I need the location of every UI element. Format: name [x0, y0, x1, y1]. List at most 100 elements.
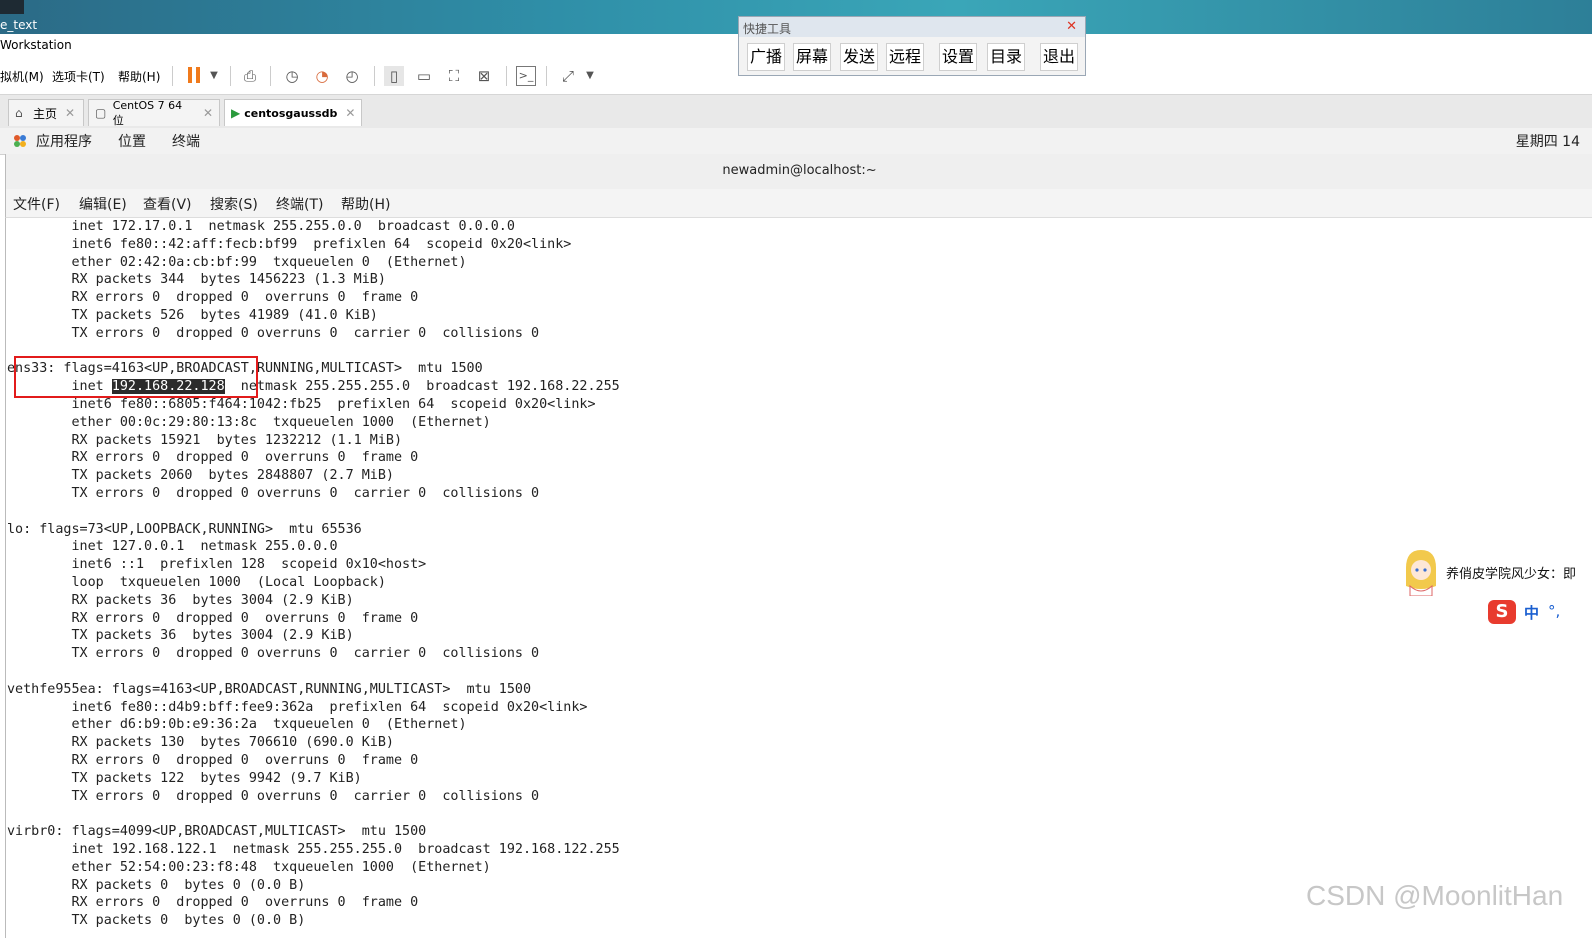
terminal-menu-edit[interactable]: 编辑(E) — [79, 194, 127, 214]
terminal-line: RX errors 0 dropped 0 overruns 0 frame 0 — [7, 290, 419, 306]
close-icon[interactable]: ✕ — [1066, 19, 1077, 34]
terminal-line: RX packets 344 bytes 1456223 (1.3 MiB) — [7, 272, 386, 288]
terminal-line: RX errors 0 dropped 0 overruns 0 frame 0 — [7, 753, 419, 768]
toolbar-separator — [270, 66, 271, 86]
unity-icon[interactable]: ⊠ — [474, 66, 494, 86]
terminal-line: inet 172.17.0.1 netmask 255.255.0.0 broa… — [7, 219, 515, 234]
terminal-line: RX packets 15921 bytes 1232212 (1.1 MiB) — [7, 432, 403, 448]
screen-button[interactable]: 屏幕 — [793, 43, 831, 71]
snapshot-icon[interactable]: ◷ — [282, 66, 302, 86]
console-icon[interactable]: >_ — [516, 66, 536, 86]
applications-icon — [14, 135, 26, 147]
gnome-terminal-menu[interactable]: 终端 — [172, 131, 200, 151]
home-icon: ⌂ — [15, 106, 23, 120]
menu-tabs[interactable]: 选项卡(T) — [52, 68, 105, 85]
terminal-menubar: 文件(F) 编辑(E) 查看(V) 搜索(S) 终端(T) 帮助(H) — [5, 189, 1592, 218]
remote-button[interactable]: 远程 — [886, 43, 924, 71]
vm-icon: ▢ — [95, 106, 107, 120]
tab-label: 主页 — [33, 106, 58, 121]
terminal-line: RX errors 0 dropped 0 overruns 0 frame 0 — [7, 450, 419, 466]
terminal-line: inet 127.0.0.1 netmask 255.0.0.0 — [7, 539, 338, 555]
terminal-menu-help[interactable]: 帮助(H) — [341, 194, 390, 214]
fullscreen-icon[interactable]: ⛶ — [444, 66, 464, 86]
terminal-line: ether 52:54:00:23:f8:48 txqueuelen 1000 … — [7, 859, 491, 875]
ime-ticker-text: 养俏皮学院风少女：即 — [1446, 567, 1577, 582]
pause-icon[interactable] — [188, 67, 202, 83]
vm-tab-bar: ⌂ 主页 ✕ ▢ CentOS 7 64 位 ✕ ▶ centosgaussdb… — [0, 95, 1592, 129]
terminal-line: vethfe955ea: flags=4163<UP,BROADCAST,RUN… — [7, 681, 532, 697]
gnome-top-bar: 应用程序 位置 终端 星期四 14 — [0, 128, 1592, 155]
menu-help[interactable]: 帮助(H) — [118, 68, 160, 85]
tab-label: CentOS 7 64 位 — [112, 98, 183, 127]
terminal-line: virbr0: flags=4099<UP,BROADCAST,MULTICAS… — [7, 824, 427, 840]
terminal-line: inet6 fe80::42:aff:fecb:bf99 prefixlen 6… — [7, 236, 572, 252]
terminal-line: RX errors 0 dropped 0 overruns 0 frame 0 — [7, 895, 419, 911]
terminal-line: TX packets 526 bytes 41989 (41.0 KiB) — [7, 308, 378, 323]
revert-snapshot-icon[interactable]: ◔ — [312, 66, 332, 86]
terminal-line: TX errors 0 dropped 0 overruns 0 carrier… — [7, 788, 540, 804]
csdn-watermark: CSDN @MoonlitHan — [1306, 880, 1564, 911]
tab-centos7[interactable]: ▢ CentOS 7 64 位 ✕ — [88, 98, 220, 127]
quick-tools-window: 快捷工具 ✕ 广播 屏幕 发送 远程 设置 目录 退出 — [738, 16, 1086, 76]
terminal-line: inet6 fe80::6805:f464:1042:fb25 prefixle… — [7, 397, 596, 412]
clock[interactable]: 星期四 14 — [1516, 131, 1580, 151]
close-icon[interactable]: ✕ — [203, 106, 213, 120]
broadcast-button[interactable]: 广播 — [747, 43, 785, 71]
terminal-menu-terminal[interactable]: 终端(T) — [276, 194, 323, 214]
terminal-line: RX packets 0 bytes 0 (0.0 B) — [7, 877, 306, 893]
thumbnail-view-icon[interactable]: ▭ — [414, 66, 434, 86]
terminal-menu-file[interactable]: 文件(F) — [13, 194, 60, 214]
terminal-line: inet 192.168.122.1 netmask 255.255.255.0… — [7, 842, 620, 857]
terminal-line: inet6 fe80::d4b9:bff:fee9:362a prefixlen… — [7, 699, 588, 715]
close-icon[interactable]: ✕ — [65, 106, 75, 120]
tab-home[interactable]: ⌂ 主页 ✕ — [8, 99, 84, 126]
toolbar-separator — [506, 66, 507, 86]
ime-punctuation[interactable]: °, — [1548, 602, 1560, 620]
terminal-title: newadmin@localhost:~ — [722, 163, 877, 178]
terminal-line: ether 00:0c:29:80:13:8c txqueuelen 1000 … — [7, 414, 491, 430]
sogou-logo-icon: S — [1488, 600, 1516, 624]
terminal-line: lo: flags=73<UP,LOOPBACK,RUNNING> mtu 65… — [7, 521, 362, 537]
gnome-places-menu[interactable]: 位置 — [118, 131, 146, 151]
ime-mode[interactable]: 中 — [1524, 602, 1539, 623]
terminal-line: inet6 ::1 prefixlen 128 scopeid 0x10<hos… — [7, 557, 427, 573]
chevron-down-icon[interactable]: ▼ — [204, 66, 224, 86]
ime-mascot-avatar[interactable] — [1402, 546, 1440, 596]
window-fragment-label: e_text — [0, 18, 38, 32]
terminal-line: loop txqueuelen 1000 (Local Loopback) — [7, 575, 386, 590]
tab-centosgaussdb[interactable]: ▶ centosgaussdb ✕ — [224, 99, 362, 126]
terminal-line: RX packets 36 bytes 3004 (2.9 KiB) — [7, 592, 354, 608]
tab-label: centosgaussdb — [244, 106, 338, 120]
chevron-down-icon[interactable]: ▼ — [580, 66, 600, 86]
taskbar-fragment — [0, 0, 24, 14]
terminal-line: TX errors 0 dropped 0 overruns 0 carrier… — [7, 486, 540, 501]
terminal-menu-search[interactable]: 搜索(S) — [210, 194, 258, 214]
sidebar-view-icon[interactable]: ▯ — [384, 66, 404, 86]
menu-vm[interactable]: 拟机(M) — [0, 68, 44, 85]
terminal-line: TX errors 0 dropped 0 overruns 0 carrier… — [7, 325, 540, 341]
send-button[interactable]: 发送 — [840, 43, 878, 71]
send-ctrl-alt-del-icon[interactable]: ⎙ — [240, 66, 260, 86]
directory-button[interactable]: 目录 — [987, 43, 1025, 71]
terminal-line: RX packets 130 bytes 706610 (690.0 KiB) — [7, 735, 394, 751]
toolbar-separator — [172, 66, 173, 86]
exit-button[interactable]: 退出 — [1040, 43, 1078, 71]
app-title: Workstation — [0, 38, 72, 52]
toolbar-separator — [374, 66, 375, 86]
vm-running-icon: ▶ — [231, 106, 241, 120]
terminal-line: ether 02:42:0a:cb:bf:99 txqueuelen 0 (Et… — [7, 254, 467, 270]
gnome-applications-menu[interactable]: 应用程序 — [36, 131, 92, 151]
settings-button[interactable]: 设置 — [939, 43, 977, 71]
sogou-ime-bar[interactable]: S 中 °, — [1486, 598, 1592, 626]
close-icon[interactable]: ✕ — [345, 106, 355, 120]
terminal-line: RX errors 0 dropped 0 overruns 0 frame 0 — [7, 610, 419, 626]
stretch-icon[interactable]: ⤢ — [558, 66, 578, 86]
quick-tools-header: 快捷工具 ✕ — [739, 17, 1085, 37]
toolbar-separator — [230, 66, 231, 86]
terminal-output[interactable]: inet 172.17.0.1 netmask 255.255.0.0 broa… — [5, 218, 1592, 938]
terminal-line: TX packets 0 bytes 0 (0.0 B) — [7, 913, 306, 929]
snapshot-manager-icon[interactable]: ◴ — [342, 66, 362, 86]
terminal-line: ether d6:b9:0b:e9:36:2a txqueuelen 0 (Et… — [7, 717, 467, 733]
toolbar-separator — [546, 66, 547, 86]
terminal-menu-view[interactable]: 查看(V) — [143, 194, 192, 214]
